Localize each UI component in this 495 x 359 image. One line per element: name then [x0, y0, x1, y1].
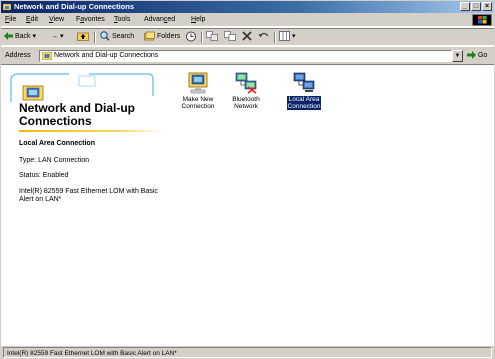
back-arrow-icon [4, 32, 13, 41]
history-button[interactable] [185, 29, 197, 45]
make-new-connection-icon [188, 72, 208, 94]
bluetooth-network-icon [235, 72, 257, 94]
forward-dropdown-icon: ▾ [59, 33, 64, 40]
chevron-down-icon: ▼ [454, 53, 461, 59]
go-button[interactable]: Go [467, 47, 487, 65]
address-bar: Address Network and Dial-up Connections … [1, 47, 494, 65]
address-label: Address [5, 52, 31, 59]
minimize-button[interactable]: _ [460, 2, 470, 11]
forward-arrow-icon: → [51, 33, 58, 40]
folder-title: Network and Dial-up Connections [19, 101, 136, 128]
delete-icon [242, 31, 252, 41]
network-folder-icon [42, 52, 52, 60]
menu-file[interactable]: File [5, 13, 16, 27]
status-bar: Intel(R) 82559 Fast Ethernet LOM with Ba… [1, 345, 494, 358]
explorer-window: Network and Dial-up Connections _ □ × File… [0, 0, 495, 359]
title-bar[interactable]: Network and Dial-up Connections _ □ × [1, 1, 494, 13]
menu-advanced[interactable]: Advanced [144, 13, 175, 27]
selected-item-device: Intel(R) 82559 Fast Ethernet LOM with Ba… [19, 188, 158, 203]
selected-item-name: Local Area Connection [19, 140, 95, 147]
menu-help[interactable]: Help [191, 13, 205, 27]
folder-banner-graphic [10, 73, 154, 102]
up-folder-icon [77, 32, 89, 41]
copy-to-button[interactable] [224, 29, 236, 45]
address-value: Network and Dial-up Connections [54, 52, 159, 59]
menu-edit[interactable]: Edit [26, 13, 38, 27]
back-button[interactable]: Back ▾ [4, 29, 36, 45]
icon-label: Bluetooth Network [232, 96, 260, 110]
address-dropdown-button[interactable]: ▼ [452, 50, 463, 62]
menu-tools[interactable]: Tools [114, 13, 130, 27]
status-text: Intel(R) 82559 Fast Ethernet LOM with Ba… [3, 347, 492, 358]
search-icon [100, 31, 110, 41]
go-arrow-icon [467, 51, 476, 60]
forward-button[interactable]: → ▾ [51, 29, 63, 45]
move-to-icon [206, 31, 218, 42]
local-area-connection-icon [293, 72, 315, 92]
search-button[interactable]: Search [99, 29, 134, 45]
menu-favorites[interactable]: Favorites [76, 13, 105, 27]
windows-logo-icon [472, 14, 492, 26]
selected-item-status: Status: Enabled [19, 172, 69, 179]
menu-bar: File Edit View Favorites Tools Advanced … [1, 13, 494, 27]
address-input[interactable]: Network and Dial-up Connections [39, 50, 452, 62]
history-icon [186, 31, 196, 42]
undo-button[interactable] [258, 29, 270, 45]
selected-item-type: Type: LAN Connection [19, 157, 90, 164]
folders-icon [144, 31, 155, 41]
back-dropdown-icon: ▾ [32, 33, 36, 40]
menu-view[interactable]: View [49, 13, 64, 27]
bluetooth-network-item[interactable]: Bluetooth Network [221, 72, 271, 110]
window-title: Network and Dial-up Connections [14, 2, 135, 11]
network-folder-icon [3, 3, 11, 11]
undo-icon [258, 33, 269, 38]
delete-button[interactable] [242, 29, 252, 45]
local-area-connection-item[interactable]: Local Area Connection [279, 72, 329, 110]
window-controls: _ □ × [459, 2, 492, 12]
icon-label: Local Area Connection [286, 96, 322, 110]
views-icon [279, 31, 290, 42]
standard-toolbar: Back ▾ → ▾ Search Folders ▾ [1, 28, 494, 46]
views-dropdown-icon: ▾ [291, 33, 296, 40]
copy-to-icon [224, 31, 236, 42]
close-button[interactable]: × [482, 2, 492, 11]
folder-content: Network and Dial-up Connections Local Ar… [1, 66, 494, 344]
up-folder-button[interactable] [77, 29, 89, 45]
toolbar-separator [274, 32, 276, 43]
toolbar-separator [201, 32, 203, 43]
maximize-button[interactable]: □ [471, 2, 481, 11]
move-to-button[interactable] [206, 29, 218, 45]
title-divider [19, 130, 164, 132]
toolbar-separator [94, 32, 96, 43]
icon-label: Make New Connection [181, 96, 215, 110]
make-new-connection-item[interactable]: Make New Connection [173, 72, 223, 110]
views-button[interactable]: ▾ [279, 29, 295, 45]
folders-button[interactable]: Folders [144, 29, 180, 45]
